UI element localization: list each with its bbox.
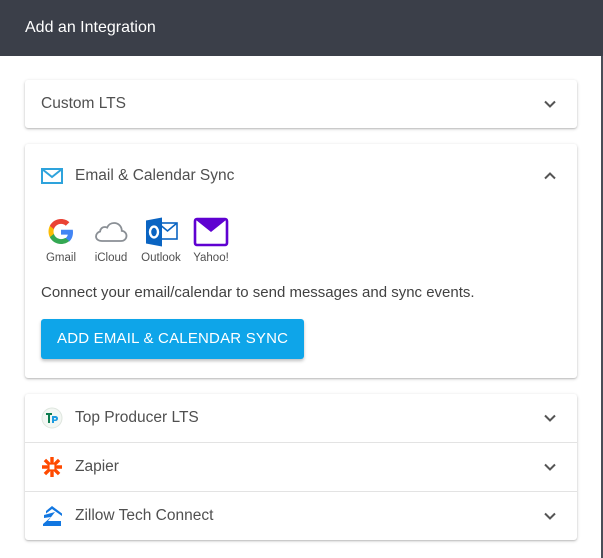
integration-list: Top Producer LTS Zapier Zillow Tech Conn… xyxy=(25,394,577,540)
panel-custom-lts-header[interactable]: Custom LTS xyxy=(25,80,577,128)
chevron-up-icon xyxy=(544,172,556,180)
dialog-title: Add an Integration xyxy=(25,19,156,36)
gmail-icon xyxy=(48,219,73,244)
panel-zillow-label: Zillow Tech Connect xyxy=(75,507,214,524)
email-calendar-description: Connect your email/calendar to send mess… xyxy=(41,284,475,301)
zillow-icon xyxy=(41,505,63,527)
provider-yahoo: Yahoo! xyxy=(191,214,231,264)
panel-email-calendar-header[interactable]: Email & Calendar Sync xyxy=(25,144,577,208)
outlook-icon xyxy=(146,217,178,247)
dialog-header: Add an Integration xyxy=(0,0,603,56)
provider-gmail-label: Gmail xyxy=(45,252,77,264)
panel-email-calendar-label: Email & Calendar Sync xyxy=(75,167,235,184)
panel-top-producer-label: Top Producer LTS xyxy=(75,409,199,426)
chevron-down-icon xyxy=(544,100,556,108)
envelope-icon xyxy=(41,165,63,187)
panel-custom-lts[interactable]: Custom LTS xyxy=(25,80,577,128)
provider-outlook-label: Outlook xyxy=(141,252,181,264)
panel-zapier-label: Zapier xyxy=(75,458,119,475)
add-email-calendar-sync-button[interactable]: ADD EMAIL & CALENDAR SYNC xyxy=(41,319,305,359)
provider-list: Gmail iCloud Outlook Yahoo! xyxy=(25,214,577,264)
provider-icloud-label: iCloud xyxy=(94,252,128,264)
icloud-icon xyxy=(95,222,128,242)
provider-icloud: iCloud xyxy=(91,214,131,264)
provider-gmail: Gmail xyxy=(41,214,81,264)
top-producer-icon xyxy=(41,407,63,429)
panel-zillow[interactable]: Zillow Tech Connect xyxy=(25,492,577,540)
panel-email-calendar: Email & Calendar Sync Gmail iCloud Outlo… xyxy=(25,144,577,378)
panel-custom-lts-label: Custom LTS xyxy=(41,95,126,112)
provider-outlook: Outlook xyxy=(141,214,181,264)
chevron-down-icon xyxy=(544,414,556,422)
yahoo-icon xyxy=(193,217,229,247)
chevron-down-icon xyxy=(544,463,556,471)
chevron-down-icon xyxy=(544,512,556,520)
zapier-icon xyxy=(41,456,63,478)
provider-yahoo-label: Yahoo! xyxy=(193,252,229,264)
panel-top-producer[interactable]: Top Producer LTS xyxy=(25,394,577,442)
panel-zapier[interactable]: Zapier xyxy=(25,443,577,491)
